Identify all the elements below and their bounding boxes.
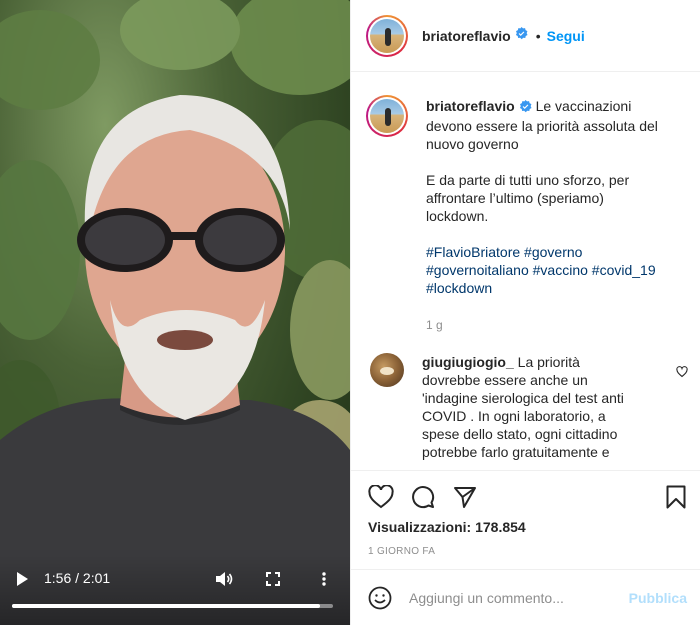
caption-line: E da parte di tutti uno sforzo, per (426, 172, 630, 188)
caption-line: devono essere la priorità assoluta del (426, 118, 658, 134)
play-button[interactable] (14, 571, 30, 587)
comment-line: dovrebbe essere anche un (422, 372, 588, 388)
comment-text: giugiugiogio_ La priorità dovrebbe esser… (422, 353, 672, 461)
video-progress-fill (12, 604, 320, 608)
comment-line: La priorità (517, 354, 580, 370)
views-label: Visualizzazioni: (368, 519, 472, 535)
play-icon (17, 572, 28, 586)
hashtag-link[interactable]: #vaccino (533, 262, 588, 278)
comment-button[interactable] (411, 485, 435, 514)
comment-line: COVID . In ogni laboratorio, a (422, 408, 606, 424)
bookmark-icon (666, 485, 686, 509)
add-comment-bar: Pubblica (351, 569, 700, 625)
fullscreen-button[interactable] (264, 571, 282, 587)
like-button[interactable] (368, 484, 394, 514)
emoji-icon (368, 586, 392, 609)
hashtag-line: #lockdown (426, 279, 696, 297)
author-avatar[interactable] (366, 14, 408, 57)
fullscreen-icon (266, 572, 280, 586)
verified-badge-icon (515, 26, 528, 45)
caption-line: affrontare l’ultimo (speriamo) (426, 190, 604, 206)
verified-badge-icon (519, 99, 532, 117)
author-username[interactable]: briatoreflavio (422, 28, 511, 44)
video-player[interactable]: 1:56 / 2:01 (0, 0, 350, 625)
hashtag-link[interactable]: #lockdown (426, 280, 492, 296)
volume-icon (216, 572, 233, 586)
hashtag-line: #FlavioBriatore #governo (426, 243, 696, 261)
hashtag-link[interactable]: #governo (524, 244, 582, 260)
follow-button[interactable]: Segui (547, 28, 585, 44)
comments-area[interactable]: briatoreflavio Le vaccinazioni devono es… (351, 73, 700, 469)
views-count[interactable]: Visualizzazioni: 178.854 (368, 519, 526, 535)
post-header: briatoreflavio • Segui (351, 0, 700, 72)
heart-icon (676, 366, 688, 378)
hashtag-link[interactable]: #governoitaliano (426, 262, 529, 278)
comment-bubble-icon (412, 486, 435, 509)
separator-dot: • (535, 27, 541, 44)
caption-line: nuovo governo (426, 136, 519, 152)
heart-icon (368, 484, 394, 509)
caption-time-ago[interactable]: 1 g (426, 318, 443, 332)
video-controls (0, 555, 350, 625)
comment-line: 'indagine sierologica del test anti (422, 390, 624, 406)
more-vertical-icon (322, 572, 326, 586)
more-options-button[interactable] (316, 571, 332, 587)
commenter-username[interactable]: giugiugiogio_ (422, 354, 514, 370)
caption-author-avatar[interactable] (366, 95, 408, 137)
caption-text: briatoreflavio Le vaccinazioni devono es… (426, 97, 696, 297)
comment-like-button[interactable] (676, 365, 688, 383)
caption-line: Le vaccinazioni (535, 98, 632, 114)
comment-input[interactable] (409, 589, 629, 606)
hashtag-link[interactable]: #covid_19 (592, 262, 656, 278)
post-date[interactable]: 1 GIORNO FA (368, 546, 435, 557)
hashtag-line: #governoitaliano #vaccino #covid_19 (426, 261, 696, 279)
video-time: 1:56 / 2:01 (44, 570, 111, 586)
comment-line: potrebbe farlo gratuitamente e (422, 444, 610, 460)
views-value: 178.854 (475, 519, 526, 535)
comment-item: giugiugiogio_ La priorità dovrebbe esser… (366, 353, 696, 461)
post-panel: briatoreflavio • Segui briatoreflavio Le… (350, 0, 700, 625)
volume-button[interactable] (214, 569, 234, 589)
comment-line: spese dello stato, ogni cittadino (422, 426, 618, 442)
caption-username[interactable]: briatoreflavio (426, 98, 515, 114)
caption: briatoreflavio Le vaccinazioni devono es… (366, 95, 696, 297)
caption-line: lockdown. (426, 208, 489, 224)
video-progress-bar[interactable] (12, 604, 333, 608)
hashtag-link[interactable]: #FlavioBriatore (426, 244, 520, 260)
share-button[interactable] (453, 485, 477, 514)
publish-button[interactable]: Pubblica (629, 590, 687, 606)
save-button[interactable] (666, 485, 686, 514)
emoji-button[interactable] (368, 586, 392, 610)
video-frame (0, 0, 350, 625)
paper-plane-icon (454, 487, 476, 508)
commenter-avatar[interactable] (370, 353, 404, 387)
